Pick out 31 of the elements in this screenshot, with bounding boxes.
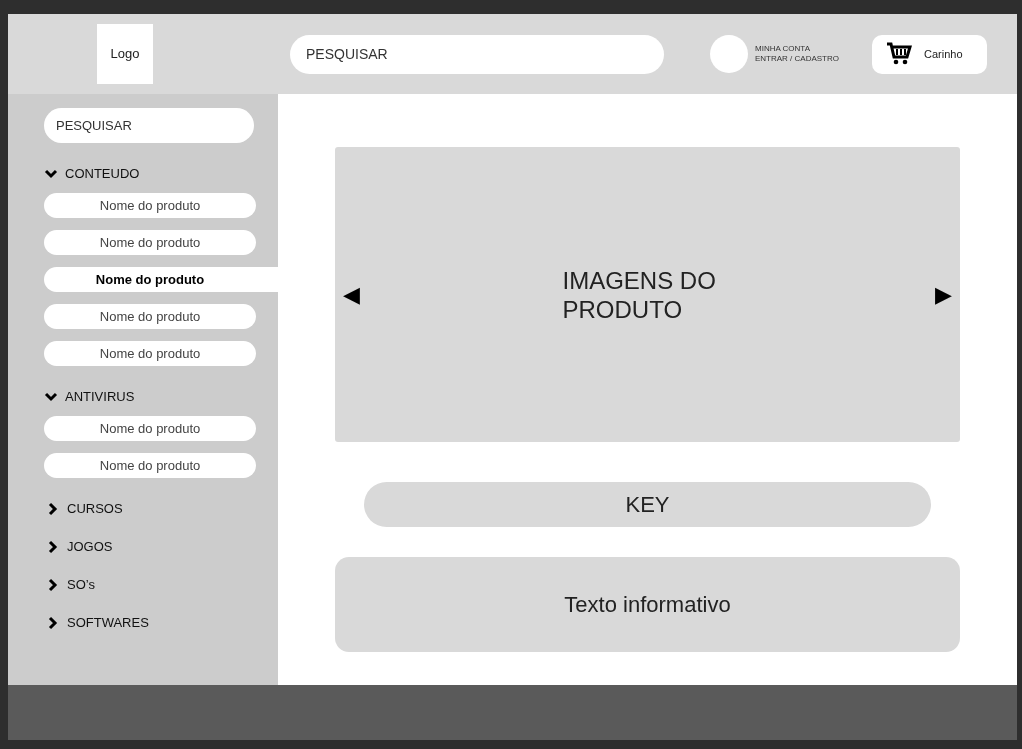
chevron-right-icon	[48, 502, 58, 516]
chevron-right-icon	[48, 540, 58, 554]
search-field[interactable]: PESQUISAR	[290, 34, 664, 74]
login-link[interactable]: ENTRAR / CADASTRO	[755, 54, 855, 64]
account-label[interactable]: MINHA CONTA	[755, 44, 855, 54]
category-toggle[interactable]: SO’s	[48, 566, 278, 604]
cart-icon	[886, 42, 912, 66]
product-item[interactable]: Nome do produto	[44, 453, 256, 478]
product-item[interactable]: Nome do produto	[44, 416, 256, 441]
gallery-label: IMAGENS DO PRODUTO	[561, 265, 717, 324]
product-item[interactable]: Nome do produto	[44, 193, 256, 218]
chevron-right-icon	[48, 616, 58, 630]
chevron-down-icon	[44, 169, 58, 179]
key-field: KEY	[364, 482, 931, 527]
product-item[interactable]: Nome do produto	[44, 304, 256, 329]
next-button[interactable]: ▶	[935, 278, 952, 311]
category-toggle[interactable]: SOFTWARES	[48, 604, 278, 642]
info-panel: Texto informativo	[335, 557, 960, 652]
logo: Logo	[97, 24, 153, 84]
product-item[interactable]: Nome do produto	[44, 341, 256, 366]
category-toggle[interactable]: JOGOS	[48, 528, 278, 566]
product-item[interactable]: Nome do produto	[44, 230, 256, 255]
product-item[interactable]: Nome do produto	[44, 267, 278, 292]
category-toggle[interactable]: CURSOS	[48, 490, 278, 528]
category-toggle[interactable]: ANTIVIRUS	[44, 378, 278, 416]
category-toggle[interactable]: CONTEUDO	[44, 155, 278, 193]
chevron-down-icon	[44, 392, 58, 402]
previous-button[interactable]: ◀	[343, 278, 360, 311]
chevron-right-icon	[48, 578, 58, 592]
cart-button[interactable]: Carinho	[872, 34, 987, 74]
search-field[interactable]: PESQUISAR	[44, 108, 254, 143]
